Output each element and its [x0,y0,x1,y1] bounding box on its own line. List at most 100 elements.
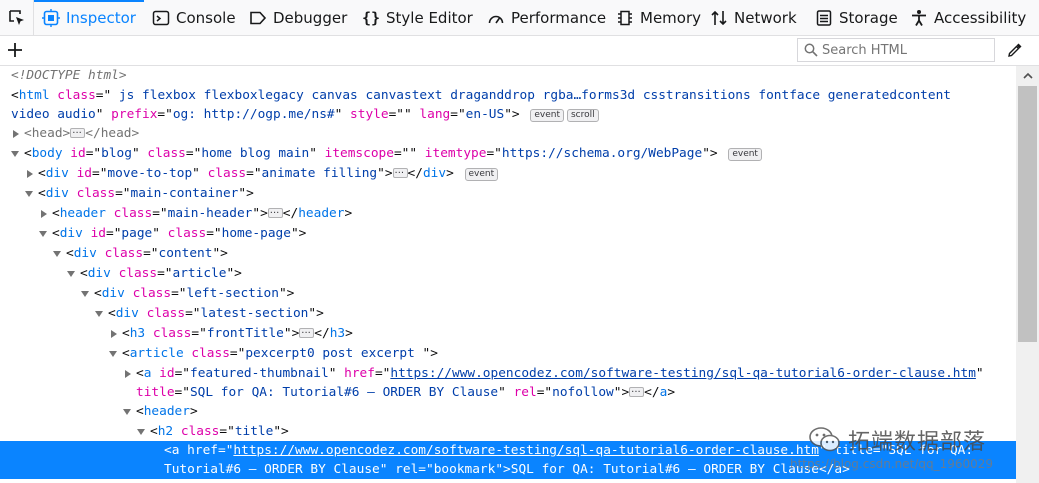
attr-name: prefix [111,107,158,122]
event-badge[interactable]: event [728,148,762,161]
search-html-box[interactable] [797,38,995,62]
watermark-url: https://blog.csdn.net/qq_1960029 [790,457,994,471]
attr-value: title [234,424,274,439]
href-link[interactable]: https://www.opencodez.com/software-testi… [390,366,976,381]
expand-toggle-icon[interactable] [111,330,117,338]
watermark-text: 拓端数据部落 [848,430,987,455]
collapse-toggle-icon[interactable] [11,151,19,157]
expand-toggle-icon[interactable] [27,170,33,178]
tab-accessibility[interactable]: Accessibility [902,0,1037,35]
tag-name: div [101,286,125,301]
tree-node-latest-section[interactable]: <div class="latest-section"> [0,304,1016,323]
attr-value: og: http://ogp.me/ns# [172,107,335,122]
attr-value: content [158,246,213,261]
collapse-toggle-icon[interactable] [25,191,33,197]
eyedropper-icon [1008,43,1022,57]
attr-name: class [152,326,192,341]
collapsed-children-button[interactable] [70,124,86,143]
expand-toggle-icon[interactable] [13,130,19,138]
tab-debugger[interactable]: Debugger [241,0,354,35]
tree-node-main-container[interactable]: <div class="main-container"> [0,184,1016,203]
attr-name: class [147,146,186,161]
attr-name: class [167,226,207,241]
tree-node-page[interactable]: <div id="page" class="home-page"> [0,224,1016,243]
tree-node-front-title[interactable]: <h3 class="frontTitle"></h3> [0,324,1016,343]
attr-value: article [172,266,227,281]
event-badge[interactable]: event [464,168,499,181]
collapsed-children-button[interactable] [629,383,645,402]
tab-console[interactable]: Console [144,0,241,35]
attr-name: class [146,306,186,321]
tab-storage[interactable]: Storage [807,0,902,35]
tag-name: h3 [329,326,346,341]
tree-node-left-section[interactable]: <div class="left-section"> [0,284,1016,303]
tree-node-header[interactable]: <header> [0,402,1016,421]
watermark: 拓端数据部落 [808,424,986,456]
add-node-button[interactable] [4,39,26,61]
collapse-toggle-icon[interactable] [95,311,103,317]
attr-name: style [350,107,389,122]
collapse-toggle-icon[interactable] [123,409,131,415]
tag-name: a [143,366,152,381]
tab-style-editor[interactable]: {} Style Editor [354,0,479,35]
tree-node-move-to-top[interactable]: <div id="move-to-top" class="animate fil… [0,164,1016,183]
collapsed-children-button[interactable] [392,164,408,183]
console-icon [152,9,170,27]
attr-name: class [180,424,220,439]
attr-name: id [76,166,92,181]
expand-toggle-icon[interactable] [125,370,131,378]
element-picker-button[interactable] [0,0,34,35]
scroll-up-button[interactable] [1016,66,1039,84]
tab-network[interactable]: Network [702,0,807,35]
tree-node-featured-thumbnail[interactable]: <a id="featured-thumbnail" href="https:/… [0,364,1016,402]
tab-memory[interactable]: Memory [608,0,702,35]
tree-node-html[interactable]: <html class=" js flexbox flexboxlegacy c… [0,86,1016,124]
event-badge[interactable]: event [530,109,564,122]
tag-name: div [422,166,447,181]
collapsed-children-button[interactable] [267,204,283,223]
scroll-thumb[interactable] [1018,86,1037,342]
href-link[interactable]: https://www.opencodez.com/software-testi… [233,443,819,458]
attr-name: rel [395,462,419,477]
expand-toggle-icon[interactable] [41,210,47,218]
attr-name: class [104,246,144,261]
devtools-tab-bar: Inspector Console Debugger {} Style Edit… [0,0,1039,36]
tag-name: html [18,88,50,103]
search-icon [804,43,818,57]
tree-node-doctype[interactable]: <!DOCTYPE html> [0,66,1016,85]
collapse-toggle-icon[interactable] [53,251,61,257]
scroll-badge[interactable]: scroll [566,109,599,122]
collapsed-children-button[interactable] [299,324,315,343]
tree-node-head[interactable]: <head></head> [0,124,1016,143]
collapse-toggle-icon[interactable] [137,429,145,435]
attr-value: video audio [11,107,96,122]
tree-node-main-header[interactable]: <header class="main-header"></header> [0,204,1016,223]
collapse-toggle-icon[interactable] [67,271,75,277]
collapse-toggle-icon[interactable] [81,291,89,297]
attr-value: move-to-top [107,166,193,181]
eyedropper-button[interactable] [1004,39,1026,61]
attr-name: class [191,346,230,361]
performance-icon [487,9,505,27]
tab-performance[interactable]: Performance [479,0,608,35]
tree-node-content[interactable]: <div class="content"> [0,244,1016,263]
accessibility-icon [910,9,928,27]
tag-name: div [115,306,139,321]
attr-name: class [132,286,172,301]
tree-node-article-div[interactable]: <div class="article"> [0,264,1016,283]
tree-node-body[interactable]: <body id="blog" class="home blog main" i… [0,144,1016,163]
search-html-input[interactable] [822,42,982,58]
attr-name: href [187,443,218,458]
tag-name: div [87,266,111,281]
tag-name: head [100,126,132,141]
collapse-toggle-icon[interactable] [39,231,47,237]
markup-tree: <!DOCTYPE html> <html class=" js flexbox… [0,66,1016,483]
tag-name: header [298,206,345,221]
tab-inspector[interactable]: Inspector [34,0,144,35]
attr-value: Tutorial#6 – ORDER BY Clause [164,462,380,477]
attr-name: href [344,366,375,381]
tag-name: body [31,146,63,161]
tree-node-excerpt-article[interactable]: <article class="pexcerpt0 post excerpt "… [0,344,1016,363]
collapse-toggle-icon[interactable] [109,351,117,357]
tree-scrollbar[interactable] [1016,66,1039,483]
